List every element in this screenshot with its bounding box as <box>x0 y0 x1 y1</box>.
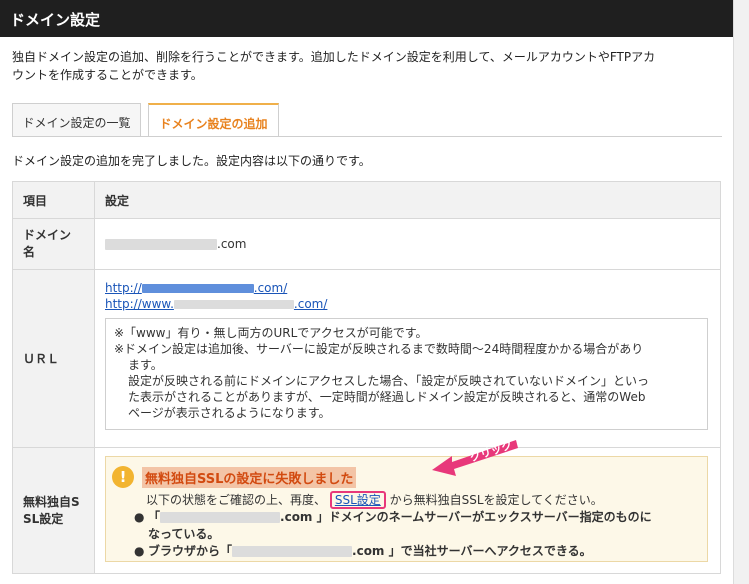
tab-domain-list[interactable]: ドメイン設定の一覧 <box>12 103 141 136</box>
note-line: ※ドメイン設定は追加後、サーバーに設定が反映されるまで数時間〜24時間程度かかる… <box>114 342 644 356</box>
page-title: ドメイン設定 <box>0 0 733 37</box>
url-notes: ※「www」有り・無し両方のURLでアクセスが可能です。 ※ドメイン設定は追加後… <box>105 318 708 430</box>
table-row-domain: ドメイン 名 .com <box>12 218 721 270</box>
intro-line-1: 独自ドメイン設定の追加、削除を行うことができます。追加したドメイン設定を利用して… <box>12 50 656 64</box>
ssl-settings-link[interactable]: SSL設定 <box>329 491 386 509</box>
domain-value: .com <box>94 218 721 270</box>
ssl-warning-text: 以下の状態をご確認の上、再度、 SSL設定 から無料独自SSLを設定してください… <box>146 491 603 509</box>
list-item: ● ブラウザから「 .com 」で当社サーバーへアクセスできる。 <box>134 544 592 558</box>
ssl-conditions-list: ● 「.com 」ドメインのネームサーバーがエックスサーバー指定のものに なってい… <box>134 509 652 560</box>
table-row-url: ＵＲＬ http://.com/ http://www. .com/ ※「www」… <box>12 269 721 448</box>
ssl-warning-title: 無料独自SSLの設定に失敗しました <box>142 467 357 488</box>
list-item: ● 「.com 」ドメインのネームサーバーがエックスサーバー指定のものに <box>134 510 652 524</box>
url-link-1[interactable]: http://.com/ <box>105 281 287 295</box>
table-row-ssl: 無料独自S SL設定 ! 無料独自SSLの設定に失敗しました 以下の状態をご確認… <box>12 447 721 574</box>
masked-domain <box>105 239 217 250</box>
intro-line-2: ウントを作成することができます。 <box>12 68 203 82</box>
note-line: ページが表示されるようになります。 <box>128 406 331 420</box>
table-header-row: 項目 設定 <box>12 181 721 219</box>
note-line: ます。 <box>128 358 163 372</box>
note-line: 設定が反映される前にドメインにアクセスした場合、「設定が反映されていないドメイン… <box>128 374 650 388</box>
ssl-label: 無料独自S SL設定 <box>12 447 95 574</box>
masked-url-1 <box>141 284 254 293</box>
ssl-warning-box: ! 無料独自SSLの設定に失敗しました 以下の状態をご確認の上、再度、 SSL設… <box>105 456 708 562</box>
ssl-value: ! 無料独自SSLの設定に失敗しました 以下の状態をご確認の上、再度、 SSL設… <box>94 447 721 574</box>
warning-icon: ! <box>112 466 134 488</box>
domain-label-line-2: 名 <box>23 245 36 259</box>
ssl-text-after: から無料独自SSLを設定してください。 <box>389 493 603 507</box>
url-link-2[interactable]: http://www. .com/ <box>105 297 327 311</box>
url-label: ＵＲＬ <box>12 269 95 448</box>
settings-table: 項目 設定 ドメイン 名 .com ＵＲＬ http://.com/ http:… <box>12 181 721 574</box>
tab-divider <box>12 136 722 137</box>
url-value: http://.com/ http://www. .com/ ※「www」有り・無… <box>94 269 721 448</box>
masked-url-2 <box>173 300 294 309</box>
vertical-scrollbar[interactable] <box>733 0 749 584</box>
click-annotation: クリック <box>432 439 518 476</box>
annotation-label: クリック <box>468 439 514 465</box>
intro-text: 独自ドメイン設定の追加、削除を行うことができます。追加したドメイン設定を利用して… <box>12 48 722 84</box>
domain-label: ドメイン 名 <box>12 218 95 270</box>
domain-suffix: .com <box>217 237 247 251</box>
domain-label-line-1: ドメイン <box>23 228 72 242</box>
masked-domain <box>232 546 353 557</box>
column-header-setting: 設定 <box>94 181 721 219</box>
list-item-continuation: なっている。 <box>148 527 220 541</box>
completion-message: ドメイン設定の追加を完了しました。設定内容は以下の通りです。 <box>12 154 371 168</box>
masked-domain <box>160 512 281 523</box>
ssl-label-line-1: 無料独自S <box>23 494 80 509</box>
note-line: ※「www」有り・無し両方のURLでアクセスが可能です。 <box>114 326 428 340</box>
column-header-item: 項目 <box>12 181 95 219</box>
note-line: た表示がされることがありますが、一定時間が経過しドメイン設定が反映されると、通常… <box>128 390 646 404</box>
tab-domain-add[interactable]: ドメイン設定の追加 <box>148 103 279 136</box>
ssl-text-before: 以下の状態をご確認の上、再度、 <box>146 493 327 507</box>
ssl-label-line-2: SL設定 <box>23 511 64 526</box>
